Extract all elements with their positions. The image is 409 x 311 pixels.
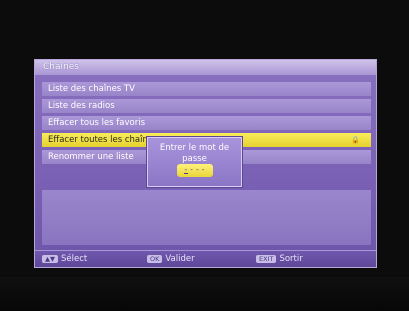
ok-key-icon: OK bbox=[147, 254, 163, 263]
menu-item-label: Renommer une liste bbox=[48, 152, 134, 162]
menu-item-delete-favorites[interactable]: Effacer tous les favoris bbox=[42, 116, 371, 130]
text-cursor bbox=[184, 173, 188, 174]
menu-item-label: Effacer tous les favoris bbox=[48, 118, 146, 128]
hint-validate-label: Valider bbox=[165, 254, 195, 264]
menu-item-label: Effacer toutes les chaînes bbox=[48, 135, 158, 145]
tv-bottom-border bbox=[0, 277, 409, 311]
hint-exit: EXIT Sortir bbox=[256, 254, 303, 264]
menu-item-tv-channel-list[interactable]: Liste des chaînes TV bbox=[42, 82, 371, 96]
panel-title: Chaînes bbox=[35, 60, 376, 75]
password-input[interactable]: ---- bbox=[177, 164, 213, 177]
menu-item-label: Liste des radios bbox=[48, 101, 115, 111]
password-dialog: Entrer le mot de passe ---- bbox=[147, 137, 242, 187]
footer-hints: ▲▼ Sélect OK Valider EXIT Sortir bbox=[35, 250, 376, 267]
exit-key-icon: EXIT bbox=[256, 254, 277, 263]
hint-select-label: Sélect bbox=[61, 254, 88, 264]
empty-content-area bbox=[42, 190, 371, 245]
hint-select: ▲▼ Sélect bbox=[42, 254, 87, 264]
password-dialog-title: Entrer le mot de passe bbox=[159, 143, 230, 164]
lock-icon: 🔒 bbox=[351, 136, 360, 144]
menu-item-label: Liste des chaînes TV bbox=[48, 84, 135, 94]
hint-exit-label: Sortir bbox=[279, 254, 303, 264]
menu-item-radio-list[interactable]: Liste des radios bbox=[42, 99, 371, 113]
hint-validate: OK Valider bbox=[147, 254, 195, 264]
up-down-arrows-icon: ▲▼ bbox=[42, 254, 58, 263]
